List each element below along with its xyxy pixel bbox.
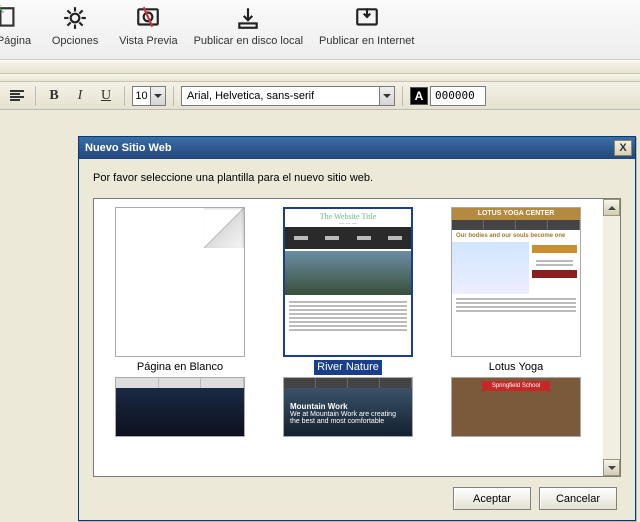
text-color-control[interactable]: A 000000	[410, 86, 486, 106]
toolbar-options[interactable]: Opciones	[47, 3, 103, 47]
thumb-nav	[452, 220, 580, 230]
gear-icon	[62, 5, 88, 31]
thumb-title: LOTUS YOGA CENTER	[452, 208, 580, 220]
toolbar-label: ar Página	[0, 35, 31, 47]
main-toolbar: ar Página Opciones Vista Previa Publicar…	[0, 0, 640, 60]
template-thumbnail: The Website Title — — —	[283, 207, 413, 357]
close-icon: X	[619, 142, 626, 154]
separator	[124, 86, 125, 106]
toolbar-publish-internet[interactable]: Publicar en Internet	[319, 3, 414, 47]
toolbar-label: Publicar en disco local	[194, 35, 303, 47]
italic-button[interactable]: I	[69, 86, 91, 106]
thumb-sidebar	[529, 242, 580, 294]
thumb-title: Mountain Work	[290, 402, 406, 411]
thumb-nav	[116, 378, 244, 388]
template-river-nature[interactable]: The Website Title — — — River Nature	[270, 207, 426, 375]
cancel-button[interactable]: Cancelar	[539, 487, 617, 510]
bold-button[interactable]: B	[43, 86, 65, 106]
new-site-dialog: Nuevo Sitio Web X Por favor seleccione u…	[78, 136, 636, 521]
thumb-subtitle: We at Mountain Work are creating the bes…	[290, 411, 396, 425]
separator	[35, 86, 36, 106]
template-thumbnail	[115, 207, 245, 357]
thumb-badge: Springfield School	[482, 381, 550, 391]
align-left-button[interactable]	[6, 86, 28, 106]
thumb-tagline: Our bodies and our souls become one	[452, 230, 580, 242]
template-thumbnail: Mountain Work We at Mountain Work are cr…	[283, 377, 413, 437]
scroll-down-button[interactable]	[603, 459, 620, 476]
template-lotus-yoga[interactable]: LOTUS YOGA CENTER Our bodies and our sou…	[438, 207, 594, 375]
thumb-hero-image: Mountain Work We at Mountain Work are cr…	[284, 388, 412, 437]
vertical-scrollbar[interactable]	[603, 199, 620, 476]
thumb-text-lines	[452, 294, 580, 316]
toolbar-label: Vista Previa	[119, 35, 178, 47]
font-size-select[interactable]: 10	[132, 86, 166, 106]
template-label: River Nature	[314, 360, 382, 375]
preview-icon	[135, 5, 161, 31]
dialog-title: Nuevo Sitio Web	[85, 142, 614, 154]
thumb-hero-image: Springfield School	[452, 378, 580, 437]
scroll-up-button[interactable]	[603, 199, 620, 216]
menu-strip	[0, 60, 640, 74]
close-button[interactable]: X	[614, 140, 632, 156]
chevron-down-icon[interactable]	[379, 87, 394, 105]
text-color-hex[interactable]: 000000	[430, 86, 486, 106]
divider-strip	[0, 74, 640, 82]
font-size-value: 10	[133, 90, 150, 102]
thumb-title: The Website Title	[285, 209, 411, 221]
page-icon	[0, 5, 21, 31]
underline-button[interactable]: U	[95, 86, 117, 106]
thumb-hero-image	[116, 388, 244, 437]
font-family-value: Arial, Helvetica, sans-serif	[182, 90, 379, 102]
toolbar-page[interactable]: ar Página	[0, 3, 31, 47]
thumb-nav	[284, 378, 412, 388]
template-thumbnail: LOTUS YOGA CENTER Our bodies and our sou…	[451, 207, 581, 357]
dialog-body: Por favor seleccione una plantilla para …	[79, 159, 635, 520]
template-list: Página en Blanco The Website Title — — —…	[93, 198, 621, 477]
template-school[interactable]: Springfield School	[438, 377, 594, 437]
ok-button[interactable]: Aceptar	[453, 487, 531, 510]
font-family-select[interactable]: Arial, Helvetica, sans-serif	[181, 86, 395, 106]
template-city[interactable]	[102, 377, 258, 437]
template-label: Página en Blanco	[134, 360, 226, 375]
scroll-track[interactable]	[603, 216, 620, 459]
dialog-prompt: Por favor seleccione una plantilla para …	[93, 172, 621, 184]
chevron-down-icon[interactable]	[150, 87, 165, 105]
publish-local-icon	[235, 5, 261, 31]
toolbar-label: Publicar en Internet	[319, 35, 414, 47]
text-color-icon: A	[410, 87, 428, 105]
template-label: Lotus Yoga	[486, 360, 546, 375]
separator	[402, 86, 403, 106]
thumb-nav	[285, 227, 411, 249]
separator	[173, 86, 174, 106]
dialog-button-row: Aceptar Cancelar	[93, 477, 621, 510]
template-blank-page[interactable]: Página en Blanco	[102, 207, 258, 375]
toolbar-label: Opciones	[52, 35, 98, 47]
toolbar-preview[interactable]: Vista Previa	[119, 3, 178, 47]
format-toolbar: B I U 10 Arial, Helvetica, sans-serif A …	[0, 82, 640, 110]
template-thumbnail: Springfield School	[451, 377, 581, 437]
thumb-hero-image	[452, 242, 529, 294]
toolbar-publish-local[interactable]: Publicar en disco local	[194, 3, 303, 47]
page-fold-icon	[204, 208, 244, 248]
thumb-hero-image	[285, 251, 411, 295]
dialog-titlebar: Nuevo Sitio Web X	[79, 137, 635, 159]
publish-internet-icon	[354, 5, 380, 31]
template-mountain[interactable]: Mountain Work We at Mountain Work are cr…	[270, 377, 426, 437]
align-left-icon	[10, 89, 24, 102]
template-thumbnail	[115, 377, 245, 437]
thumb-text-lines	[285, 297, 411, 335]
